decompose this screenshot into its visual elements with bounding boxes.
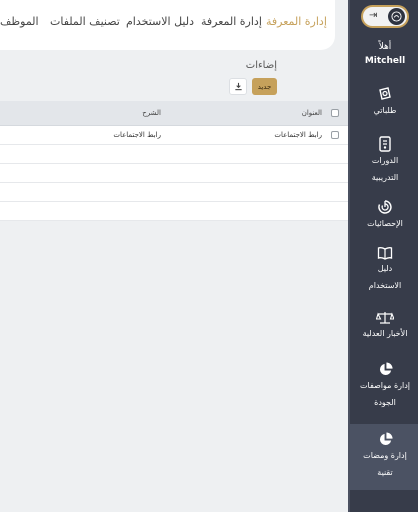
tab-knowledge-management[interactable]: إدارة المعرفة <box>201 15 262 28</box>
column-header-description[interactable]: الشرح <box>142 109 161 117</box>
tab-knowledge-management-active[interactable]: إدارة المعرفة <box>266 15 327 28</box>
user-avatar-icon <box>391 11 402 22</box>
sidebar-item-training-courses[interactable]: الدورات التدريبية <box>350 136 418 190</box>
select-all-checkbox[interactable] <box>331 109 339 117</box>
tab-user-guide[interactable]: دليل الاستخدام <box>126 15 194 28</box>
sidebar-toggle[interactable]: ⇥ <box>361 5 409 28</box>
export-button[interactable] <box>229 78 247 95</box>
sidebar-item-user-guide[interactable]: دليل الاستخدام <box>350 246 418 300</box>
download-icon <box>234 82 242 91</box>
data-table: العنوان الشرح رابط الاجتماعات رابط الاجت… <box>0 101 348 221</box>
table-row <box>0 164 348 183</box>
table-row <box>0 202 348 221</box>
table-row <box>0 183 348 202</box>
sidebar-item-tech-flashes[interactable]: إدارة ومضات تقنية <box>350 424 418 490</box>
courses-icon <box>379 136 391 152</box>
column-header-title[interactable]: العنوان <box>302 109 322 117</box>
statistics-icon <box>378 200 392 214</box>
scales-icon <box>376 312 394 324</box>
table-row[interactable]: رابط الاجتماعات رابط الاجتماعات <box>0 126 348 145</box>
row-description-cell: رابط الاجتماعات <box>113 131 161 139</box>
requests-icon <box>379 87 391 100</box>
tab-file-classification[interactable]: تصنيف الملفات <box>50 15 120 28</box>
sidebar: ⇥ أهلاً Mitchell طلباتي الدورات التدريبي… <box>348 0 418 512</box>
sidebar-item-legal-news[interactable]: الأخبار العدلية <box>350 311 418 349</box>
tab-employee[interactable]: الموظف <box>0 15 39 28</box>
table-header: العنوان الشرح <box>0 101 348 126</box>
sidebar-item-quality-specs[interactable]: إدارة مواصفات الجودة <box>350 362 418 418</box>
user-name: Mitchell <box>364 56 406 66</box>
table-row <box>0 145 348 164</box>
greeting-text: أهلاً <box>378 42 392 52</box>
tab-bar: إدارة المعرفة إدارة المعرفة دليل الاستخد… <box>0 0 335 50</box>
collapse-arrow-icon[interactable]: ⇥ <box>369 10 377 21</box>
section-title: إضاءات <box>245 60 277 71</box>
row-checkbox[interactable] <box>331 131 339 139</box>
row-title-cell[interactable]: رابط الاجتماعات <box>274 131 322 139</box>
sidebar-item-statistics[interactable]: الإحصائيات <box>350 199 418 237</box>
avatar <box>388 8 405 25</box>
pie-chart-icon <box>379 362 393 376</box>
new-button[interactable]: جديد <box>252 78 277 95</box>
sidebar-item-requests[interactable]: طلباتي <box>350 86 418 128</box>
main-content: إدارة المعرفة إدارة المعرفة دليل الاستخد… <box>0 0 348 512</box>
guide-book-icon <box>377 247 393 260</box>
pie-chart-icon <box>379 432 393 446</box>
